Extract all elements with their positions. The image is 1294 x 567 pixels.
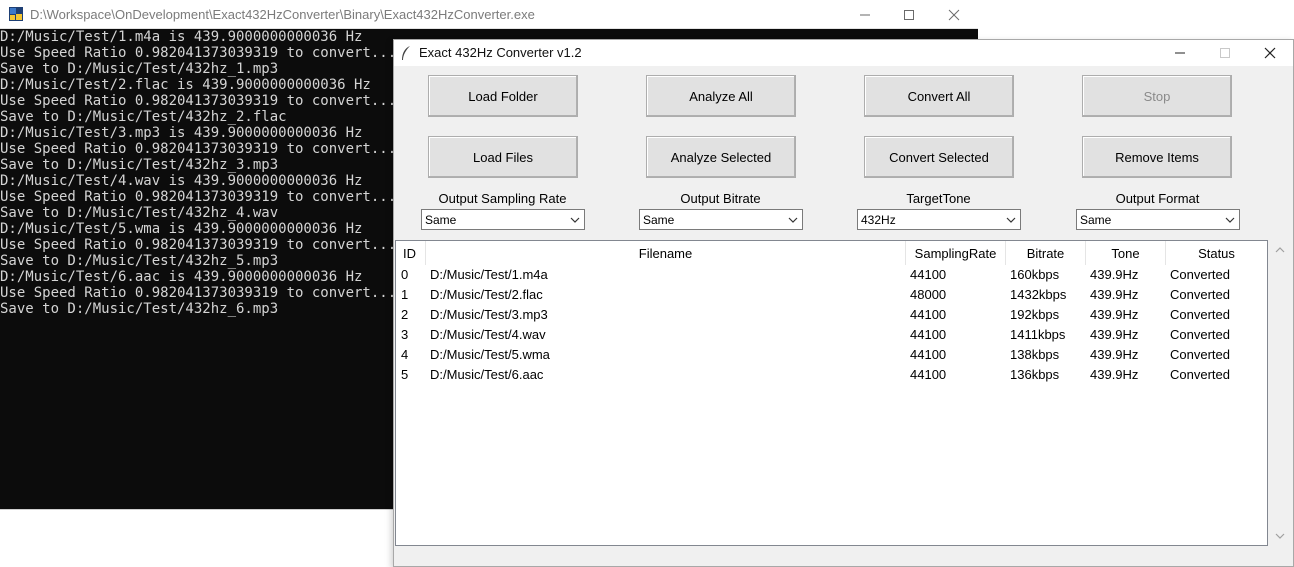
- analyze-all-button[interactable]: Analyze All: [646, 75, 796, 117]
- table-header: ID Filename SamplingRate Bitrate Tone St…: [396, 241, 1267, 265]
- cell-filename: D:/Music/Test/5.wma: [430, 347, 550, 362]
- sampling-rate-label: Output Sampling Rate: [438, 191, 567, 206]
- cell-bitrate: 160kbps: [1010, 267, 1060, 282]
- cell-id: 5: [401, 367, 409, 382]
- minimize-icon: [860, 14, 870, 15]
- cell-tone: 439.9Hz: [1090, 287, 1139, 302]
- file-table[interactable]: ID Filename SamplingRate Bitrate Tone St…: [395, 240, 1268, 546]
- bitrate-label: Output Bitrate: [680, 191, 761, 206]
- converter-titlebar[interactable]: Exact 432Hz Converter v1.2: [394, 40, 1293, 66]
- column-header-status[interactable]: Status: [1166, 241, 1267, 265]
- cell-tone: 439.9Hz: [1090, 267, 1139, 282]
- output-format-select[interactable]: Same: [1076, 209, 1240, 230]
- cell-status: Converted: [1170, 307, 1230, 322]
- chevron-down-icon: [1006, 217, 1016, 223]
- python-icon: [9, 7, 23, 21]
- bitrate-select[interactable]: Same: [639, 209, 803, 230]
- cell-status: Converted: [1170, 327, 1230, 342]
- cell-id: 0: [401, 267, 409, 282]
- remove-items-button[interactable]: Remove Items: [1082, 136, 1232, 178]
- cell-samplingrate: 44100: [910, 367, 947, 382]
- target-tone-select[interactable]: 432Hz: [857, 209, 1021, 230]
- cell-samplingrate: 48000: [910, 287, 947, 302]
- chevron-down-icon: [570, 217, 580, 223]
- cell-filename: D:/Music/Test/4.wav: [430, 327, 546, 342]
- cell-bitrate: 1411kbps: [1010, 327, 1066, 342]
- chevron-down-icon[interactable]: [1274, 530, 1286, 542]
- table-row[interactable]: 4 D:/Music/Test/5.wma 44100 138kbps 439.…: [396, 345, 1267, 365]
- output-format-value: Same: [1080, 213, 1112, 227]
- output-format-label: Output Format: [1115, 191, 1200, 206]
- target-tone-value: 432Hz: [861, 213, 896, 227]
- table-row[interactable]: 1 D:/Music/Test/2.flac 48000 1432kbps 43…: [396, 285, 1267, 305]
- cell-tone: 439.9Hz: [1090, 327, 1139, 342]
- column-header-id[interactable]: ID: [396, 241, 426, 265]
- cell-status: Converted: [1170, 347, 1230, 362]
- maximize-button[interactable]: [1202, 40, 1248, 66]
- table-row[interactable]: 3 D:/Music/Test/4.wav 44100 1411kbps 439…: [396, 325, 1267, 345]
- analyze-selected-button[interactable]: Analyze Selected: [646, 136, 796, 178]
- column-header-tone[interactable]: Tone: [1086, 241, 1166, 265]
- sampling-rate-select[interactable]: Same: [421, 209, 585, 230]
- cell-filename: D:/Music/Test/6.aac: [430, 367, 544, 382]
- load-files-button[interactable]: Load Files: [428, 136, 578, 178]
- cell-id: 3: [401, 327, 409, 342]
- minimize-button[interactable]: [1157, 40, 1203, 66]
- table-row[interactable]: 0 D:/Music/Test/1.m4a 44100 160kbps 439.…: [396, 265, 1267, 285]
- cell-status: Converted: [1170, 267, 1230, 282]
- cell-status: Converted: [1170, 367, 1230, 382]
- console-minimize-button[interactable]: [842, 0, 888, 29]
- stop-button[interactable]: Stop: [1082, 75, 1232, 117]
- table-row[interactable]: 2 D:/Music/Test/3.mp3 44100 192kbps 439.…: [396, 305, 1267, 325]
- cell-bitrate: 138kbps: [1010, 347, 1060, 362]
- sampling-rate-value: Same: [425, 213, 457, 227]
- minimize-icon: [1175, 52, 1185, 54]
- cell-tone: 439.9Hz: [1090, 367, 1139, 382]
- column-header-bitrate[interactable]: Bitrate: [1006, 241, 1086, 265]
- cell-status: Converted: [1170, 287, 1230, 302]
- table-row[interactable]: 5 D:/Music/Test/6.aac 44100 136kbps 439.…: [396, 365, 1267, 385]
- bitrate-value: Same: [643, 213, 675, 227]
- chevron-down-icon: [1225, 217, 1235, 223]
- console-close-button[interactable]: [931, 0, 977, 29]
- chevron-down-icon: [788, 217, 798, 223]
- cell-samplingrate: 44100: [910, 267, 947, 282]
- maximize-icon: [1220, 48, 1230, 58]
- table-horizontal-scroll-area: [395, 547, 1292, 566]
- maximize-icon: [904, 9, 914, 20]
- converter-window: Exact 432Hz Converter v1.2 Load Folder A…: [393, 39, 1294, 567]
- cell-samplingrate: 44100: [910, 327, 947, 342]
- feather-icon: [402, 46, 410, 60]
- close-button[interactable]: [1247, 40, 1293, 66]
- cell-bitrate: 1432kbps: [1010, 287, 1067, 302]
- console-titlebar[interactable]: D:\Workspace\OnDevelopment\Exact432HzCon…: [0, 0, 978, 29]
- cell-filename: D:/Music/Test/3.mp3: [430, 307, 548, 322]
- cell-id: 2: [401, 307, 409, 322]
- column-header-filename[interactable]: Filename: [426, 241, 906, 265]
- cell-filename: D:/Music/Test/2.flac: [430, 287, 543, 302]
- cell-samplingrate: 44100: [910, 347, 947, 362]
- converter-window-title: Exact 432Hz Converter v1.2: [419, 45, 582, 60]
- chevron-up-icon[interactable]: [1274, 244, 1286, 256]
- table-vertical-scrollbar[interactable]: [1269, 240, 1291, 546]
- cell-filename: D:/Music/Test/1.m4a: [430, 267, 548, 282]
- cell-bitrate: 192kbps: [1010, 307, 1060, 322]
- convert-selected-button[interactable]: Convert Selected: [864, 136, 1014, 178]
- cell-id: 4: [401, 347, 409, 362]
- cell-tone: 439.9Hz: [1090, 347, 1139, 362]
- convert-all-button[interactable]: Convert All: [864, 75, 1014, 117]
- cell-id: 1: [401, 287, 409, 302]
- column-header-samplingrate[interactable]: SamplingRate: [906, 241, 1006, 265]
- load-folder-button[interactable]: Load Folder: [428, 75, 578, 117]
- close-icon: [1264, 47, 1276, 59]
- console-window-title: D:\Workspace\OnDevelopment\Exact432HzCon…: [30, 7, 535, 22]
- target-tone-label: TargetTone: [906, 191, 971, 206]
- cell-samplingrate: 44100: [910, 307, 947, 322]
- close-icon: [948, 9, 960, 20]
- console-maximize-button[interactable]: [886, 0, 932, 29]
- cell-bitrate: 136kbps: [1010, 367, 1060, 382]
- cell-tone: 439.9Hz: [1090, 307, 1139, 322]
